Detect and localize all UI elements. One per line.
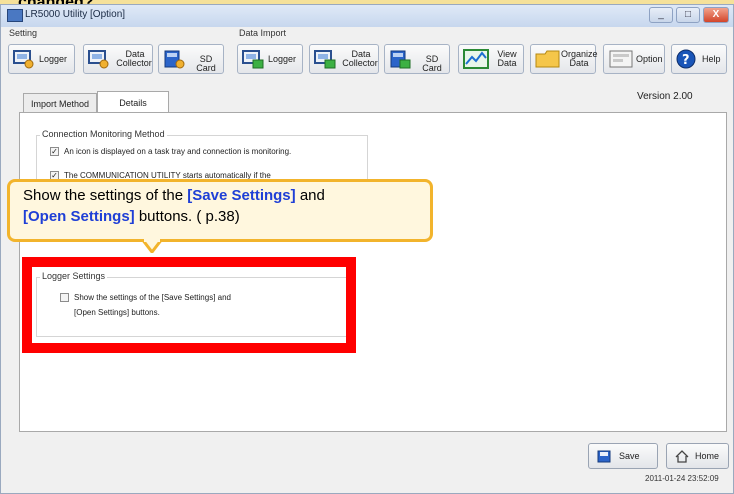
setting-data-collector-label-2: Collector — [116, 58, 152, 68]
data-import-group-label: Data Import — [239, 28, 287, 38]
organize-data-label-2: Data — [569, 58, 589, 68]
task-tray-checkbox[interactable]: ✓ — [50, 147, 59, 156]
version-label: Version 2.00 — [637, 91, 693, 102]
data-collector-icon — [88, 50, 109, 69]
setting-sd-card-button[interactable]: SD Card — [158, 44, 224, 74]
callout-text-and: and — [295, 187, 325, 204]
home-button-label: Home — [695, 451, 720, 461]
home-button[interactable]: Home — [666, 443, 729, 469]
save-button-label: Save — [619, 451, 640, 461]
import-data-collector-button[interactable]: Data Collector — [309, 44, 379, 74]
import-data-collector-label-2: Collector — [342, 58, 378, 68]
help-button[interactable]: ? Help — [671, 44, 727, 74]
setting-logger-label: Logger — [39, 54, 68, 64]
import-data-collector-icon — [314, 50, 336, 69]
setting-data-collector-button[interactable]: Data Collector — [83, 44, 153, 74]
import-sd-card-icon — [390, 50, 411, 69]
svg-text:?: ? — [682, 53, 690, 68]
logger-icon — [13, 50, 34, 69]
app-window: LR5000 Utility [Option] _ □ X Setting Da… — [0, 4, 734, 494]
option-label: Option — [636, 54, 663, 64]
view-data-icon — [463, 49, 489, 69]
highlight-box — [22, 257, 356, 353]
setting-group-label: Setting — [9, 28, 38, 38]
maximize-button[interactable]: □ — [676, 7, 700, 23]
help-icon: ? — [676, 49, 696, 69]
minimize-button[interactable]: _ — [649, 7, 673, 23]
sd-card-icon — [164, 50, 185, 69]
callout-box: Show the settings of the [Save Settings]… — [7, 179, 433, 242]
callout-text-post: buttons. ( p.38) — [134, 208, 240, 225]
import-logger-label: Logger — [268, 54, 297, 64]
timestamp: 2011-01-24 23:52:09 — [645, 474, 719, 483]
callout-text: Show the settings of the [Save Settings]… — [23, 185, 423, 227]
save-icon — [597, 450, 611, 463]
callout-text-pre: Show the settings of the — [23, 187, 188, 204]
task-tray-option-label: An icon is displayed on a task tray and … — [64, 147, 292, 156]
setting-sd-card-label: SD Card — [196, 54, 216, 73]
callout-open-settings: [Open Settings] — [23, 208, 135, 225]
app-icon — [7, 9, 23, 22]
tab-details[interactable]: Details — [97, 91, 169, 113]
setting-logger-button[interactable]: Logger — [8, 44, 75, 74]
title-bar: LR5000 Utility [Option] _ □ X — [1, 5, 733, 27]
folder-icon — [535, 50, 560, 68]
window-title: LR5000 Utility [Option] — [25, 9, 126, 20]
tab-import-method[interactable]: Import Method — [23, 93, 97, 113]
import-sd-card-label: SD Card — [422, 54, 442, 73]
import-sd-card-button[interactable]: SD Card — [384, 44, 450, 74]
option-icon — [609, 50, 633, 68]
callout-pointer — [140, 239, 164, 253]
import-logger-icon — [242, 50, 264, 69]
save-button[interactable]: Save — [588, 443, 658, 469]
close-button[interactable]: X — [703, 7, 729, 23]
callout-save-settings: [Save Settings] — [187, 187, 296, 204]
help-label: Help — [702, 54, 721, 64]
home-icon — [675, 450, 689, 463]
option-button[interactable]: Option — [603, 44, 665, 74]
view-data-label-2: Data — [497, 58, 517, 68]
connection-monitoring-legend: Connection Monitoring Method — [40, 129, 167, 139]
import-logger-button[interactable]: Logger — [237, 44, 303, 74]
view-data-button[interactable]: View Data — [458, 44, 524, 74]
organize-data-button[interactable]: Organize Data — [530, 44, 598, 74]
